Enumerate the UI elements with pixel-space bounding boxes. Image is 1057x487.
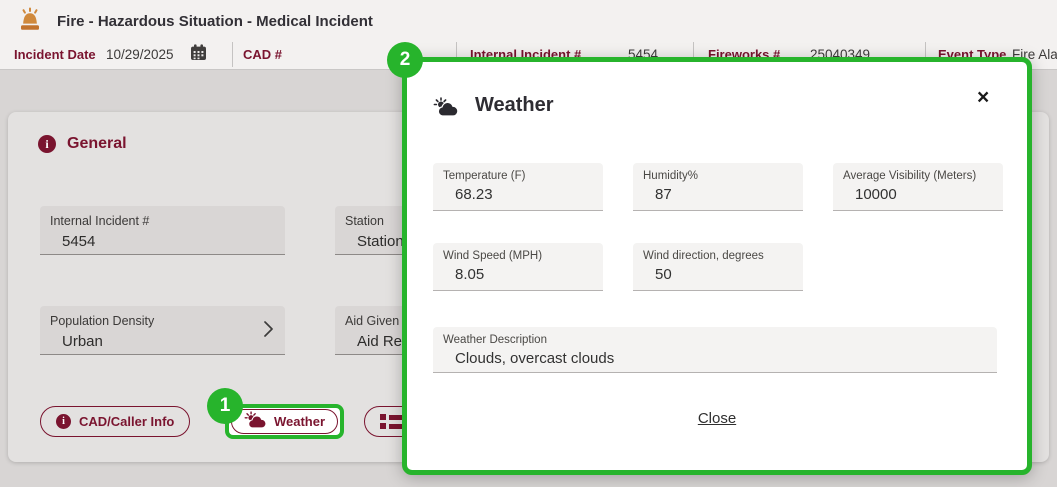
wind-speed-field[interactable]: Wind Speed (MPH) 8.05: [433, 243, 603, 291]
modal-title: Weather: [475, 94, 554, 117]
cad-caller-info-label: CAD/Caller Info: [79, 414, 174, 429]
field-label: Wind Speed (MPH): [443, 250, 593, 262]
field-label: Humidity%: [643, 170, 793, 182]
field-value: Urban: [62, 333, 275, 350]
weather-cloud-icon: [433, 97, 459, 122]
list-icon: [380, 414, 402, 429]
page-title: Fire - Hazardous Situation - Medical Inc…: [57, 13, 373, 30]
header-divider: [232, 42, 233, 67]
weather-button-label: Weather: [274, 414, 325, 429]
modal-field-row: Wind Speed (MPH) 8.05 Wind direction, de…: [433, 243, 803, 291]
general-heading-label: General: [67, 135, 127, 153]
field-value: 50: [655, 266, 793, 283]
annotation-step-1-badge: 1: [207, 388, 243, 424]
cad-caller-info-button[interactable]: i CAD/Caller Info: [40, 406, 190, 437]
temperature-field[interactable]: Temperature (F) 68.23: [433, 163, 603, 211]
modal-close-link-wrap: Close: [407, 410, 1027, 428]
weather-button[interactable]: Weather: [231, 409, 338, 434]
field-label: Weather Description: [443, 334, 987, 346]
field-value: 68.23: [455, 186, 593, 203]
field-value: 87: [655, 186, 793, 203]
field-label: Population Density: [50, 314, 275, 328]
internal-incident-field[interactable]: Internal Incident # 5454: [40, 206, 285, 255]
field-label: Internal Incident #: [50, 214, 275, 228]
info-icon: i: [56, 414, 71, 429]
wind-direction-field[interactable]: Wind direction, degrees 50: [633, 243, 803, 291]
app-screen: Fire - Hazardous Situation - Medical Inc…: [0, 0, 1057, 487]
general-heading: i General: [38, 135, 127, 153]
incident-date-label: Incident Date: [14, 47, 96, 62]
weather-button-highlight: Weather: [225, 404, 344, 439]
info-icon: i: [38, 135, 56, 153]
cad-number-label: CAD #: [243, 47, 282, 62]
population-density-field[interactable]: Population Density Urban: [40, 306, 285, 355]
field-value: Clouds, overcast clouds: [455, 350, 987, 367]
calendar-icon[interactable]: [190, 44, 207, 66]
weather-description-field[interactable]: Weather Description Clouds, overcast clo…: [433, 327, 997, 373]
chevron-right-icon[interactable]: [264, 321, 273, 342]
field-label: Temperature (F): [443, 170, 593, 182]
field-label: Average Visibility (Meters): [843, 170, 993, 182]
field-value: 10000: [855, 186, 993, 203]
weather-cloud-icon: [244, 411, 267, 432]
close-link[interactable]: Close: [698, 410, 736, 427]
siren-alarm-icon: [16, 7, 44, 38]
humidity-field[interactable]: Humidity% 87: [633, 163, 803, 211]
annotation-step-2-badge: 2: [387, 42, 423, 78]
field-label: Wind direction, degrees: [643, 250, 793, 262]
modal-field-row: Temperature (F) 68.23 Humidity% 87 Avera…: [433, 163, 1003, 211]
close-icon[interactable]: ×: [977, 87, 989, 108]
modal-field-row: Weather Description Clouds, overcast clo…: [433, 327, 997, 373]
incident-date-value: 10/29/2025: [106, 47, 174, 62]
weather-modal: Weather × Temperature (F) 68.23 Humidity…: [402, 57, 1032, 475]
field-value: 5454: [62, 233, 275, 250]
field-value: 8.05: [455, 266, 593, 283]
visibility-field[interactable]: Average Visibility (Meters) 10000: [833, 163, 1003, 211]
